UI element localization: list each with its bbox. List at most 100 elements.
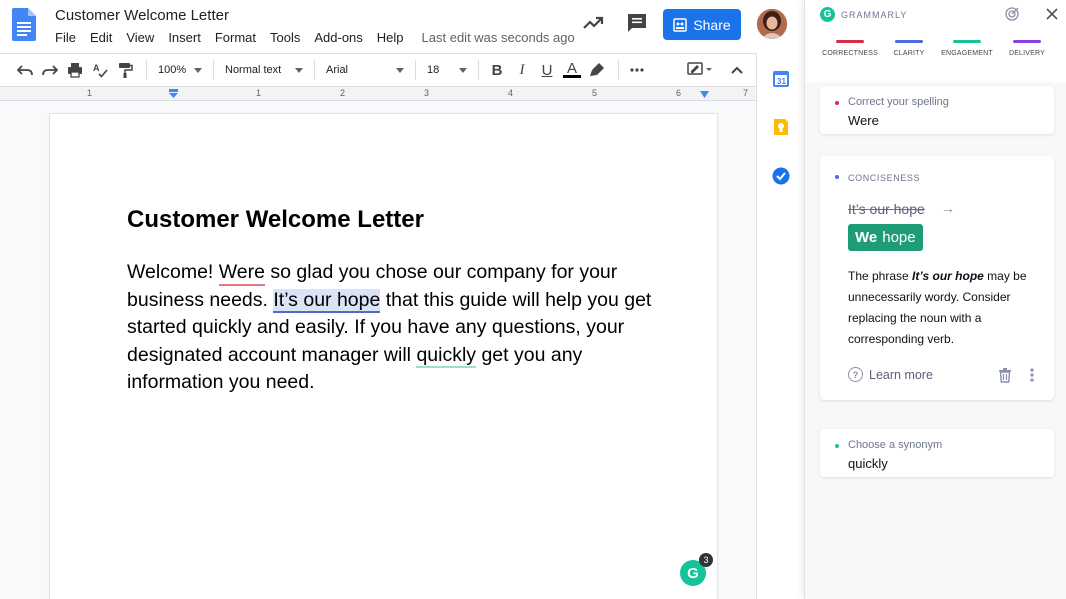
underline-button[interactable]: U bbox=[536, 59, 558, 81]
share-label: Share bbox=[693, 16, 731, 33]
category-bar bbox=[953, 40, 981, 43]
calendar-icon[interactable]: 31 bbox=[771, 69, 791, 89]
print-button[interactable] bbox=[64, 59, 86, 81]
category-clarity[interactable]: CLARITY bbox=[879, 40, 939, 57]
spelling-flag[interactable]: Were bbox=[218, 261, 265, 286]
suggestion-rest: hope bbox=[882, 229, 916, 246]
grammarly-brand: GRAMMARLY bbox=[841, 10, 908, 20]
ruler[interactable]: 1 1 2 3 4 5 6 7 bbox=[0, 87, 756, 101]
undo-button[interactable] bbox=[14, 59, 36, 81]
bold-button[interactable]: B bbox=[486, 59, 508, 81]
learn-more-label: Learn more bbox=[869, 367, 933, 382]
zoom-select[interactable]: 100% bbox=[154, 64, 206, 76]
docs-logo-icon[interactable] bbox=[12, 8, 36, 41]
category-label: CORRECTNESS bbox=[822, 50, 878, 57]
more-options-button[interactable] bbox=[626, 59, 648, 81]
severity-dot bbox=[835, 175, 839, 179]
menu-tools[interactable]: Tools bbox=[270, 30, 300, 45]
category-correctness[interactable]: CORRECTNESS bbox=[820, 40, 880, 57]
toolbar-divider bbox=[213, 60, 214, 80]
italic-button[interactable]: I bbox=[511, 59, 533, 81]
more-vertical-icon[interactable] bbox=[1028, 367, 1036, 383]
chevron-down-icon bbox=[194, 67, 202, 73]
suggestion-bold: We bbox=[855, 229, 878, 246]
menu-insert[interactable]: Insert bbox=[168, 30, 201, 45]
undo-icon bbox=[17, 65, 33, 76]
menu-bar: File Edit View Insert Format Tools Add-o… bbox=[55, 30, 575, 45]
share-button[interactable]: Share bbox=[663, 9, 741, 40]
ruler-number: 1 bbox=[256, 88, 262, 98]
menu-view[interactable]: View bbox=[126, 30, 154, 45]
toolbar-divider bbox=[314, 60, 315, 80]
conciseness-flag[interactable]: It’s our hope bbox=[273, 288, 381, 313]
chevron-up-icon bbox=[731, 66, 743, 74]
accept-suggestion-button[interactable]: We hope bbox=[848, 224, 923, 251]
highlighter-icon bbox=[590, 63, 604, 76]
editing-mode-button[interactable] bbox=[683, 59, 717, 81]
arrow-right-icon: → bbox=[941, 200, 955, 216]
toolbar-divider bbox=[618, 60, 619, 80]
tasks-icon[interactable] bbox=[771, 166, 791, 186]
spellcheck-icon: A bbox=[93, 63, 108, 78]
chevron-down-icon bbox=[459, 67, 467, 73]
suggestion-card-spelling[interactable]: Correct your spelling Were bbox=[820, 86, 1054, 134]
menu-file[interactable]: File bbox=[55, 30, 76, 45]
menu-help[interactable]: Help bbox=[377, 30, 404, 45]
card-word: quickly bbox=[848, 456, 888, 471]
highlight-color-button[interactable] bbox=[586, 59, 608, 81]
suggestion-card-conciseness[interactable]: CONCISENESS It’s our hope → We hope The … bbox=[820, 156, 1054, 400]
explanation-phrase: It’s our hope bbox=[912, 269, 984, 283]
menu-edit[interactable]: Edit bbox=[90, 30, 112, 45]
ruler-number: 5 bbox=[592, 88, 598, 98]
more-horizontal-icon bbox=[630, 68, 644, 72]
category-bar bbox=[836, 40, 864, 43]
menu-addons[interactable]: Add-ons bbox=[314, 30, 362, 45]
text-color-button[interactable]: A bbox=[561, 59, 583, 81]
font-size-value: 18 bbox=[427, 64, 440, 76]
grammarly-panel: G GRAMMARLY CORRECTNESS CLARITY ENGAGEME… bbox=[804, 0, 1066, 599]
activity-trend-icon[interactable] bbox=[581, 11, 605, 35]
left-indent-marker-icon[interactable] bbox=[168, 89, 179, 99]
card-title: Correct your spelling bbox=[848, 96, 949, 108]
category-delivery[interactable]: DELIVERY bbox=[997, 40, 1057, 57]
category-engagement[interactable]: ENGAGEMENT bbox=[937, 40, 997, 57]
user-avatar[interactable] bbox=[757, 9, 787, 39]
severity-dot bbox=[835, 101, 839, 105]
edit-mode-icon bbox=[687, 62, 712, 75]
category-label: ENGAGEMENT bbox=[941, 50, 993, 57]
document-heading[interactable]: Customer Welcome Letter bbox=[127, 206, 424, 234]
menu-format[interactable]: Format bbox=[215, 30, 256, 45]
goals-target-icon[interactable] bbox=[1004, 6, 1020, 22]
keep-icon[interactable] bbox=[771, 117, 791, 137]
spellcheck-button[interactable]: A bbox=[89, 59, 111, 81]
close-icon[interactable] bbox=[1045, 7, 1059, 21]
right-indent-marker-icon[interactable] bbox=[699, 91, 710, 99]
synonym-flag[interactable]: quickly bbox=[416, 343, 477, 368]
font-size-select[interactable]: 18 bbox=[423, 64, 471, 76]
text-color-label: A bbox=[566, 59, 577, 77]
svg-text:31: 31 bbox=[777, 77, 786, 86]
severity-dot bbox=[835, 444, 839, 448]
grammarly-logo-icon: G bbox=[820, 7, 835, 22]
font-family-select[interactable]: Arial bbox=[322, 64, 408, 76]
redo-button[interactable] bbox=[39, 59, 61, 81]
docs-header: Customer Welcome Letter File Edit View I… bbox=[0, 0, 804, 53]
dismiss-trash-icon[interactable] bbox=[997, 367, 1013, 383]
category-label: DELIVERY bbox=[1008, 50, 1046, 57]
suggestion-card-synonym[interactable]: Choose a synonym quickly bbox=[820, 429, 1054, 477]
learn-more-link[interactable]: ? Learn more bbox=[848, 367, 933, 382]
document-page[interactable]: Customer Welcome Letter Welcome! Were so… bbox=[50, 114, 717, 599]
card-word: Were bbox=[848, 113, 879, 128]
collapse-toolbar-button[interactable] bbox=[726, 59, 748, 81]
side-panel-apps: 31 bbox=[756, 53, 804, 599]
paragraph-style-select[interactable]: Normal text bbox=[221, 64, 307, 76]
ruler-number: 1 bbox=[87, 88, 93, 98]
formatting-toolbar: A 100% Normal text Arial 18 B I U A bbox=[0, 53, 756, 87]
document-body[interactable]: Welcome! Were so glad you chose our comp… bbox=[127, 259, 657, 397]
paint-format-button[interactable] bbox=[114, 59, 136, 81]
comments-icon[interactable] bbox=[625, 11, 649, 35]
last-edit-status[interactable]: Last edit was seconds ago bbox=[422, 30, 575, 45]
redo-icon bbox=[42, 65, 58, 76]
document-title[interactable]: Customer Welcome Letter bbox=[55, 7, 229, 24]
original-phrase: It’s our hope bbox=[848, 201, 925, 217]
